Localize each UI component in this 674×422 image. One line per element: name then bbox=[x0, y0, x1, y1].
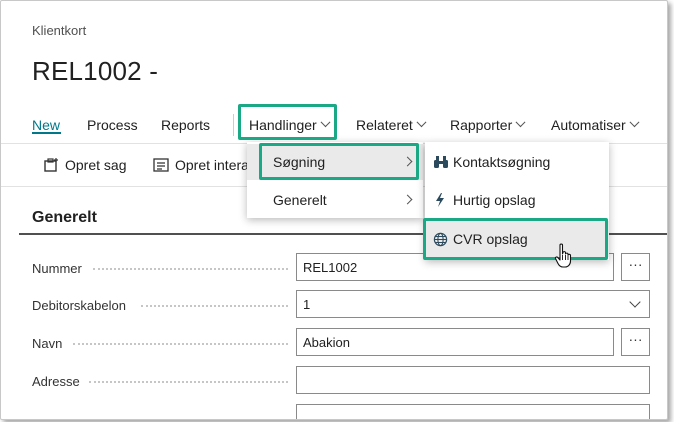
field-leader bbox=[93, 268, 288, 270]
create-case-button[interactable]: Opret sag bbox=[43, 157, 126, 173]
menu-item-generelt[interactable]: Generelt bbox=[247, 182, 423, 218]
chevron-right-icon bbox=[402, 194, 413, 205]
menu-item-generelt-label: Generelt bbox=[273, 192, 327, 208]
page-caption: Klientkort bbox=[32, 23, 87, 38]
active-tab-underline bbox=[32, 132, 61, 134]
action-process[interactable]: Process bbox=[87, 117, 138, 133]
action-bar-divider bbox=[233, 114, 234, 136]
debitorskabelon-value: 1 bbox=[303, 297, 311, 312]
create-interaction-icon bbox=[153, 158, 169, 172]
action-relateret-label: Relateret bbox=[356, 117, 413, 133]
chevron-right-icon bbox=[402, 156, 413, 167]
menu-item-hurtig-opslag[interactable]: Hurtig opslag bbox=[425, 182, 609, 218]
client-card-window: Klientkort REL1002 - New Process Reports… bbox=[0, 0, 668, 420]
action-automatiser-label: Automatiser bbox=[551, 117, 626, 133]
create-case-label: Opret sag bbox=[65, 157, 127, 173]
action-rapporter[interactable]: Rapporter bbox=[450, 117, 526, 133]
field-leader bbox=[73, 343, 288, 345]
field-label-adresse: Adresse bbox=[32, 374, 80, 389]
chevron-down-icon bbox=[629, 296, 641, 308]
navn-lookup-button[interactable]: ··· bbox=[621, 328, 650, 356]
navn-field[interactable]: Abakion bbox=[296, 328, 614, 356]
field-label-nummer: Nummer bbox=[32, 261, 82, 276]
action-rapporter-label: Rapporter bbox=[450, 117, 513, 133]
create-case-icon bbox=[44, 158, 58, 172]
binoculars-icon bbox=[434, 156, 448, 168]
section-title: Generelt bbox=[32, 209, 97, 226]
hand-cursor-icon bbox=[554, 243, 572, 268]
field-label-navn: Navn bbox=[32, 336, 63, 351]
debitorskabelon-select[interactable]: 1 bbox=[296, 290, 650, 318]
menu-item-kontaktsogning[interactable]: Kontaktsøgning bbox=[425, 144, 609, 180]
field-leader bbox=[89, 381, 288, 383]
menu-item-cvr-opslag[interactable]: CVR opslag bbox=[425, 221, 609, 257]
menu-item-cvr-opslag-label: CVR opslag bbox=[453, 231, 528, 247]
globe-icon bbox=[433, 232, 448, 247]
menu-item-sogning[interactable]: Søgning bbox=[247, 144, 423, 180]
nummer-lookup-button[interactable]: ··· bbox=[621, 253, 650, 281]
sogning-submenu: Kontaktsøgning Hurtig opslag CVR opslag bbox=[425, 142, 609, 260]
chevron-down-icon bbox=[416, 117, 427, 128]
menu-item-kontaktsogning-label: Kontaktsøgning bbox=[453, 154, 551, 170]
page-title: REL1002 - bbox=[32, 56, 159, 86]
chevron-down-icon bbox=[629, 117, 640, 128]
create-interaction-button[interactable]: Opret intera bbox=[153, 157, 249, 173]
create-interaction-label: Opret intera bbox=[175, 157, 249, 173]
handlinger-menu: Søgning Generelt bbox=[247, 142, 423, 218]
action-bar: New Process Reports Handlinger Relateret… bbox=[1, 105, 667, 143]
field-label-debitorskabelon: Debitorskabelon bbox=[32, 298, 126, 313]
action-reports[interactable]: Reports bbox=[161, 117, 210, 133]
menu-item-sogning-label: Søgning bbox=[273, 154, 326, 170]
field-leader bbox=[141, 305, 288, 307]
action-automatiser[interactable]: Automatiser bbox=[551, 117, 640, 133]
action-relateret[interactable]: Relateret bbox=[356, 117, 427, 133]
action-handlinger-label: Handlinger bbox=[249, 117, 317, 133]
action-handlinger[interactable]: Handlinger bbox=[249, 117, 331, 133]
action-new[interactable]: New bbox=[32, 117, 60, 133]
chevron-down-icon bbox=[320, 117, 331, 128]
next-field-partial[interactable] bbox=[296, 404, 650, 419]
lightning-icon bbox=[436, 193, 444, 207]
adresse-field[interactable] bbox=[296, 366, 650, 394]
menu-item-hurtig-opslag-label: Hurtig opslag bbox=[453, 192, 536, 208]
chevron-down-icon bbox=[515, 117, 526, 128]
